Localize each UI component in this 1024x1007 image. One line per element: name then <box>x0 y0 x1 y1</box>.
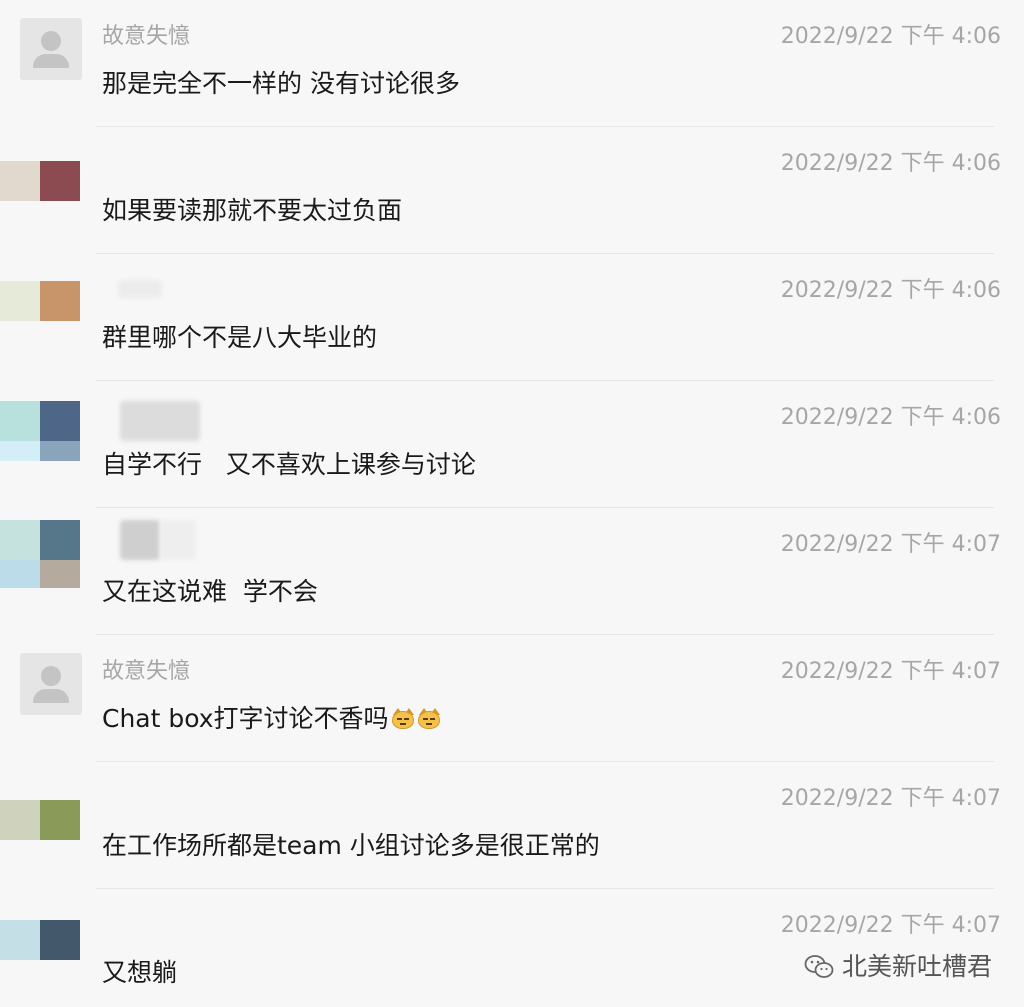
avatar-tile <box>40 401 80 441</box>
chat-message[interactable]: 2022/9/22 下午 4:07 又想躺 <box>0 889 1024 1007</box>
avatar-tile <box>40 800 80 840</box>
message-timestamp: 2022/9/22 下午 4:07 <box>780 913 1001 938</box>
blurred-avatar[interactable] <box>0 762 80 842</box>
cat-face-emoji <box>391 708 415 730</box>
chat-message[interactable]: 2022/9/22 下午 4:06 群里哪个不是八大毕业的 <box>0 254 1024 381</box>
avatar-tile <box>0 560 40 588</box>
chat-message[interactable]: 2022/9/22 下午 4:07 在工作场所都是team 小组讨论多是很正常的 <box>0 762 1024 889</box>
blurred-avatar[interactable] <box>0 508 80 588</box>
message-text: 又想躺 <box>102 958 178 987</box>
chat-history-page: 故意失憶 2022/9/22 下午 4:06 那是完全不一样的 没有讨论很多 2… <box>0 0 1024 1007</box>
message-text: 又在这说难 学不会 <box>102 577 318 606</box>
wechat-icon <box>804 955 834 978</box>
chat-message[interactable]: 故意失憶 2022/9/22 下午 4:07 Chat box打字讨论不香吗 <box>0 635 1024 762</box>
message-timestamp: 2022/9/22 下午 4:07 <box>780 786 1001 811</box>
message-timestamp: 2022/9/22 下午 4:07 <box>780 659 1001 684</box>
watermark-text: 北美新吐槽君 <box>841 952 992 981</box>
blurred-sender-name <box>118 280 162 298</box>
person-icon-head <box>41 666 61 686</box>
message-timestamp: 2022/9/22 下午 4:06 <box>780 151 1001 176</box>
avatar-tile <box>40 920 80 960</box>
avatar-tile <box>0 401 40 441</box>
blurred-avatar[interactable] <box>0 889 80 969</box>
avatar-tile <box>40 161 80 201</box>
avatar-tile <box>40 441 80 461</box>
chat-message[interactable]: 2022/9/22 下午 4:07 又在这说难 学不会 <box>0 508 1024 635</box>
cat-face-emoji <box>417 708 441 730</box>
chat-message[interactable]: 故意失憶 2022/9/22 下午 4:06 那是完全不一样的 没有讨论很多 <box>0 0 1024 127</box>
person-icon-head <box>41 31 61 51</box>
message-text: 那是完全不一样的 没有讨论很多 <box>102 69 460 98</box>
default-avatar[interactable] <box>20 18 82 80</box>
blurred-avatar[interactable] <box>0 127 80 207</box>
blurred-sender-name <box>120 520 160 560</box>
message-content: Chat box打字讨论不香吗 <box>102 701 441 737</box>
default-avatar[interactable] <box>20 653 82 715</box>
message-text: 如果要读那就不要太过负面 <box>102 196 403 225</box>
message-text: Chat box打字讨论不香吗 <box>102 704 389 733</box>
account-watermark: 北美新吐槽君 <box>804 951 992 983</box>
chat-message[interactable]: 2022/9/22 下午 4:06 自学不行 又不喜欢上课参与讨论 <box>0 381 1024 508</box>
message-text: 在工作场所都是team 小组讨论多是很正常的 <box>102 831 600 860</box>
message-timestamp: 2022/9/22 下午 4:06 <box>780 278 1001 303</box>
message-text: 群里哪个不是八大毕业的 <box>102 323 378 352</box>
person-icon-body <box>33 54 69 68</box>
blurred-sender-name <box>160 520 196 560</box>
chat-message[interactable]: 2022/9/22 下午 4:06 如果要读那就不要太过负面 <box>0 127 1024 254</box>
avatar-tile <box>40 560 80 588</box>
message-timestamp: 2022/9/22 下午 4:07 <box>780 532 1001 557</box>
message-timestamp: 2022/9/22 下午 4:06 <box>780 24 1001 49</box>
blurred-sender-name <box>120 401 200 441</box>
avatar-tile <box>0 441 40 461</box>
person-icon-body <box>33 689 69 703</box>
avatar-tile <box>0 161 40 201</box>
sender-name: 故意失憶 <box>102 24 191 49</box>
avatar-tile <box>40 281 80 321</box>
sender-name: 故意失憶 <box>102 659 191 684</box>
blurred-avatar[interactable] <box>0 381 80 461</box>
avatar-tile <box>0 520 40 560</box>
message-timestamp: 2022/9/22 下午 4:06 <box>780 405 1001 430</box>
avatar-tile <box>0 800 40 840</box>
avatar-tile <box>0 281 40 321</box>
avatar-tile <box>0 920 40 960</box>
avatar-tile <box>40 520 80 560</box>
message-text: 自学不行 又不喜欢上课参与讨论 <box>102 450 476 479</box>
blurred-avatar[interactable] <box>0 254 80 334</box>
